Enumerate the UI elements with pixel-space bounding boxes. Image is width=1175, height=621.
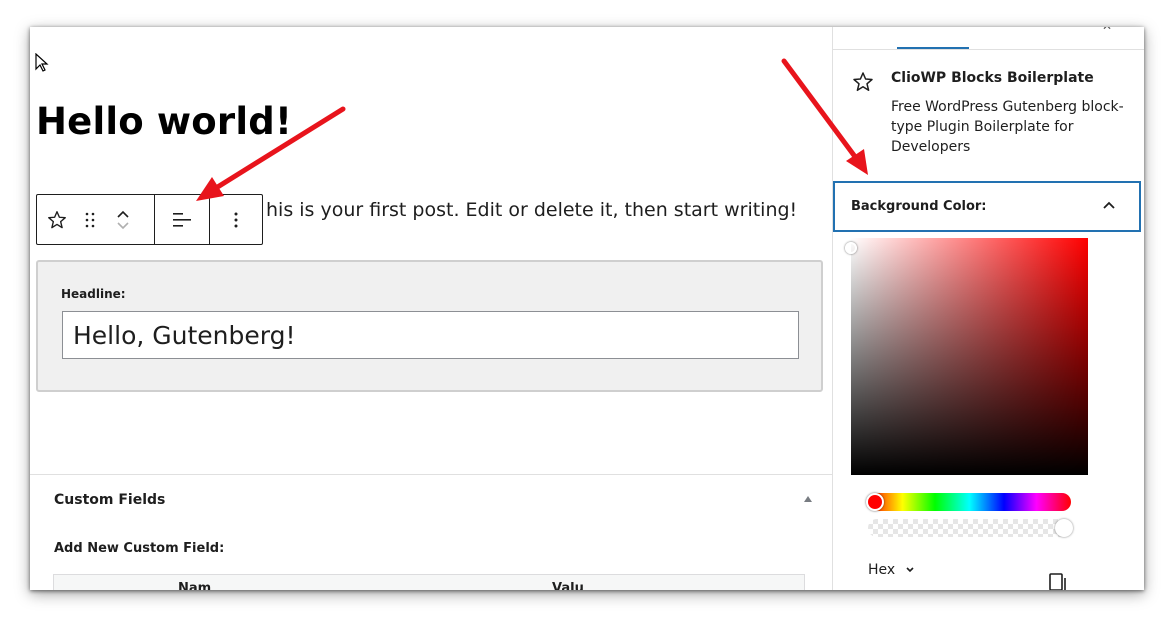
arrow-to-toolbar bbox=[196, 106, 346, 201]
arrow-to-panel bbox=[781, 58, 868, 175]
editor-window: Hello world! his is your first post. Edi… bbox=[30, 27, 1144, 590]
annotation-arrows bbox=[196, 58, 868, 201]
